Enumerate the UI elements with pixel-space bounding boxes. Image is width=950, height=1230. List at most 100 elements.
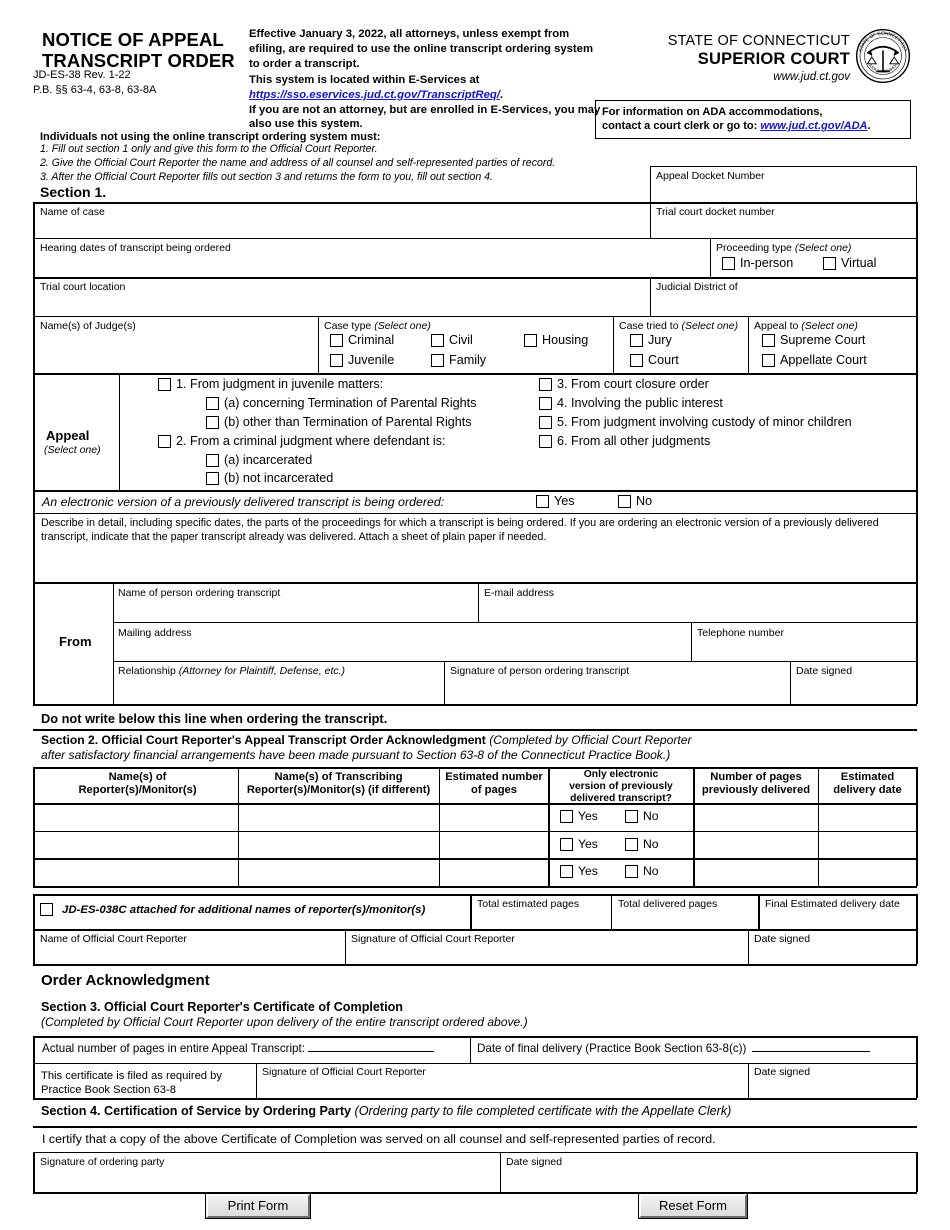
divider	[916, 1152, 918, 1192]
checkbox-row3-electronic-yes[interactable]: Yes	[560, 864, 598, 878]
appeal-select-one-hint: (Select one)	[44, 444, 101, 456]
checkbox-icon[interactable]	[625, 809, 638, 823]
checkbox-icon[interactable]	[539, 415, 552, 429]
checkbox-icon[interactable]	[722, 256, 735, 270]
divider	[500, 1152, 501, 1192]
checkbox-row3-electronic-no[interactable]: No	[625, 864, 659, 878]
print-form-button[interactable]: Print Form	[205, 1193, 311, 1219]
option-label: Civil	[449, 333, 473, 347]
checkbox-appeal-3[interactable]: 3. From court closure order	[539, 377, 709, 391]
checkbox-icon[interactable]	[524, 333, 537, 347]
checkbox-icon[interactable]	[206, 453, 219, 467]
checkbox-case-type-family[interactable]: Family	[431, 353, 486, 367]
state-seal-icon: STATE OF CONNECTICUT JUDICIAL BRANCH	[855, 28, 911, 84]
checkbox-appeal-2a[interactable]: (a) incarcerated	[206, 453, 312, 467]
checkbox-appeal-6[interactable]: 6. From all other judgments	[539, 434, 710, 448]
option-label: Criminal	[348, 333, 395, 347]
checkbox-icon[interactable]	[330, 353, 343, 367]
checkbox-icon[interactable]	[823, 256, 836, 270]
checkbox-row2-electronic-no[interactable]: No	[625, 837, 659, 851]
checkbox-icon[interactable]	[330, 333, 343, 347]
label-trial-court-docket-number: Trial court docket number	[656, 206, 775, 218]
checkbox-icon[interactable]	[539, 377, 552, 391]
checkbox-appeal-to-supreme[interactable]: Supreme Court	[762, 333, 865, 347]
option-label: Yes	[578, 864, 598, 878]
checkbox-icon[interactable]	[40, 903, 53, 916]
checkbox-electronic-yes[interactable]: Yes	[536, 494, 575, 508]
checkbox-icon[interactable]	[431, 353, 444, 367]
checkbox-icon[interactable]	[158, 377, 171, 391]
label-electronic-version-question: An electronic version of a previously de…	[42, 495, 445, 509]
section-3-heading: Section 3. Official Court Reporter's Cer…	[41, 1000, 403, 1014]
checkbox-appeal-1b[interactable]: (b) other than Termination of Parental R…	[206, 415, 472, 429]
checkbox-row1-electronic-yes[interactable]: Yes	[560, 809, 598, 823]
label-actual-pages: Actual number of pages in entire Appeal …	[42, 1042, 434, 1055]
checkbox-electronic-no[interactable]: No	[618, 494, 652, 508]
option-label: (b) other than Termination of Parental R…	[224, 415, 472, 429]
divider	[818, 767, 819, 886]
transcript-request-link[interactable]: https://sso.eservices.jud.ct.gov/Transcr…	[249, 89, 500, 101]
checkbox-icon[interactable]	[206, 415, 219, 429]
divider	[33, 1063, 917, 1064]
checkbox-icon[interactable]	[560, 837, 573, 851]
actual-pages-input[interactable]	[307, 1051, 434, 1052]
checkbox-appeal-1a[interactable]: (a) concerning Termination of Parental R…	[206, 396, 476, 410]
checkbox-icon[interactable]	[539, 434, 552, 448]
checkbox-icon[interactable]	[618, 494, 631, 508]
checkbox-tried-to-court[interactable]: Court	[630, 353, 679, 367]
divider	[444, 661, 445, 704]
checkbox-appeal-1[interactable]: 1. From judgment in juvenile matters:	[158, 377, 383, 391]
label-date-signed: Date signed	[754, 1066, 811, 1078]
checkbox-appeal-to-appellate[interactable]: Appellate Court	[762, 353, 867, 367]
section-1-heading: Section 1.	[40, 184, 107, 200]
label-total-estimated-pages: Total estimated pages	[477, 898, 580, 910]
effective-notice: Effective January 3, 2022, all attorneys…	[249, 28, 601, 131]
checkbox-icon[interactable]	[630, 353, 643, 367]
checkbox-case-type-criminal[interactable]: Criminal	[330, 333, 394, 347]
option-label: Family	[449, 353, 487, 367]
divider	[916, 767, 918, 886]
checkbox-icon[interactable]	[158, 434, 171, 448]
date-final-delivery-input[interactable]	[752, 1051, 871, 1052]
divider	[33, 316, 917, 317]
checkbox-appeal-2b[interactable]: (b) not incarcerated	[206, 471, 333, 485]
checkbox-icon[interactable]	[560, 864, 573, 878]
checkbox-icon[interactable]	[431, 333, 444, 347]
checkbox-icon[interactable]	[560, 809, 573, 823]
checkbox-icon[interactable]	[625, 837, 638, 851]
checkbox-appeal-2[interactable]: 2. From a criminal judgment where defend…	[158, 434, 446, 448]
reset-form-button[interactable]: Reset Form	[638, 1193, 748, 1219]
describe-input-area[interactable]	[41, 552, 909, 582]
checkbox-row2-electronic-yes[interactable]: Yes	[560, 837, 598, 851]
checkbox-proceeding-in-person[interactable]: In-person	[722, 256, 793, 270]
checkbox-icon[interactable]	[536, 494, 549, 508]
certify-statement: I certify that a copy of the above Certi…	[42, 1132, 716, 1146]
divider	[113, 622, 917, 623]
effective-paragraph-2: This system is located within E-Services…	[249, 73, 480, 86]
ada-link[interactable]: www.jud.ct.gov/ADA	[760, 120, 867, 132]
do-not-write-notice: Do not write below this line when orderi…	[41, 711, 388, 726]
checkbox-case-type-juvenile[interactable]: Juvenile	[330, 353, 394, 367]
checkbox-tried-to-jury[interactable]: Jury	[630, 333, 672, 347]
divider	[113, 582, 114, 704]
divider	[33, 1036, 35, 1098]
checkbox-icon[interactable]	[625, 864, 638, 878]
instructions-heading: Individuals not using the online transcr…	[40, 131, 381, 143]
divider	[33, 238, 917, 239]
checkbox-appeal-5[interactable]: 5. From judgment involving custody of mi…	[539, 415, 852, 429]
checkbox-jd-es-038c-attached[interactable]: JD-ES-038C attached for additional names…	[40, 903, 425, 916]
checkbox-case-type-civil[interactable]: Civil	[431, 333, 473, 347]
checkbox-icon[interactable]	[762, 353, 775, 367]
checkbox-icon[interactable]	[539, 396, 552, 410]
checkbox-appeal-4[interactable]: 4. Involving the public interest	[539, 396, 723, 410]
label-signature-of-person-ordering: Signature of person ordering transcript	[450, 665, 630, 677]
option-label: 3. From court closure order	[557, 377, 709, 391]
checkbox-icon[interactable]	[206, 396, 219, 410]
checkbox-icon[interactable]	[206, 471, 219, 485]
checkbox-case-type-housing[interactable]: Housing	[524, 333, 588, 347]
checkbox-row1-electronic-no[interactable]: No	[625, 809, 659, 823]
checkbox-icon[interactable]	[762, 333, 775, 347]
checkbox-icon[interactable]	[630, 333, 643, 347]
option-label: JD-ES-038C attached for additional names…	[62, 903, 426, 916]
checkbox-proceeding-virtual[interactable]: Virtual	[823, 256, 876, 270]
